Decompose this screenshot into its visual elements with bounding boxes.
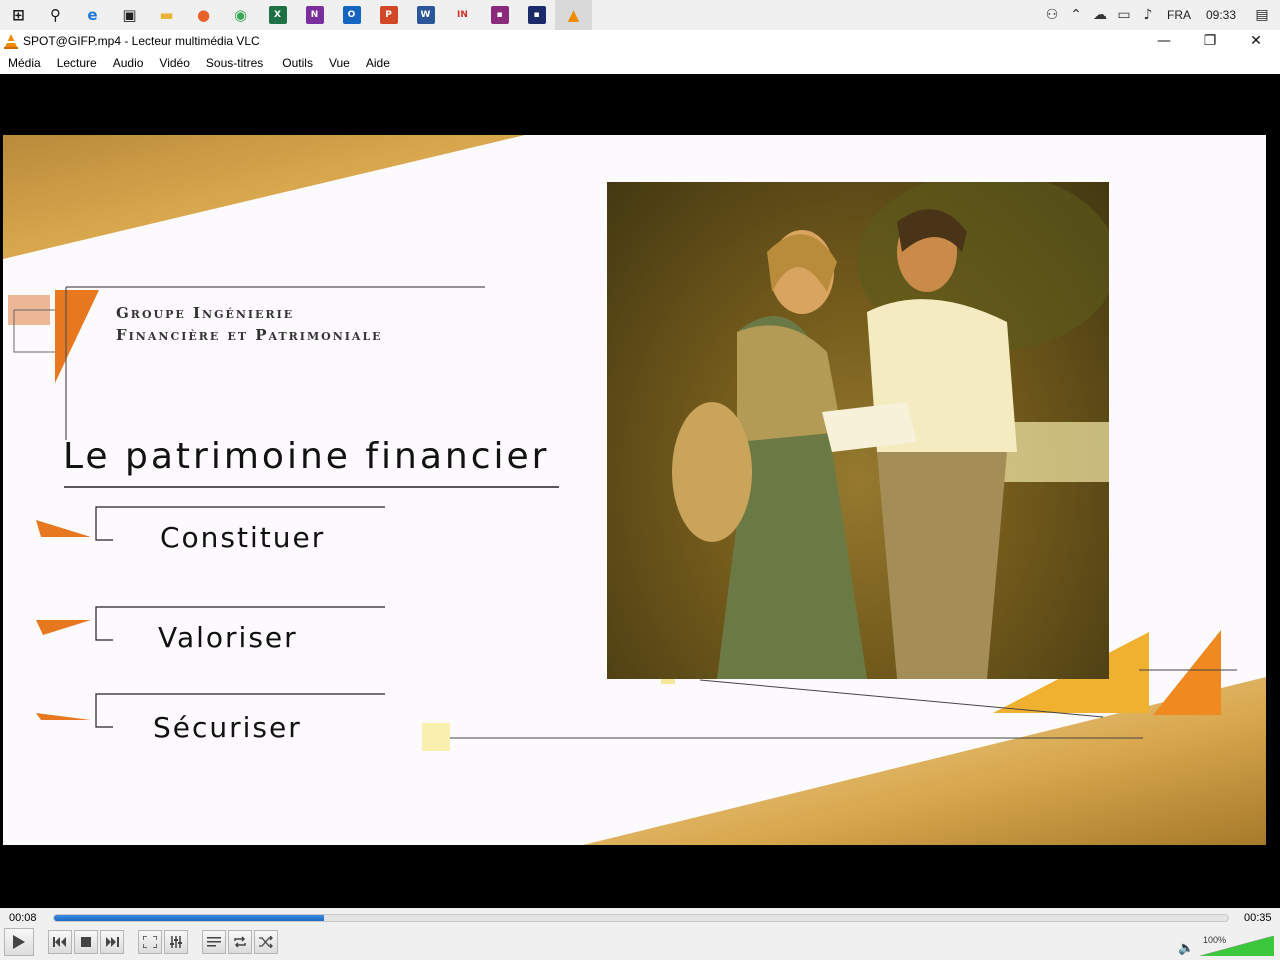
- navy-app-icon-button[interactable]: ▪: [518, 0, 555, 30]
- windows-start-icon-button[interactable]: ⊞: [0, 0, 37, 30]
- menu-sous-titres[interactable]: Sous-titres: [198, 52, 274, 74]
- purple-app-icon: ▪: [490, 6, 509, 24]
- elapsed-time[interactable]: 00:08: [9, 912, 37, 924]
- brand-line-2: Financière et Patrimoniale: [116, 326, 383, 344]
- seek-bar-progress: [54, 915, 325, 921]
- couple-photo: [607, 182, 1109, 679]
- play-icon: [13, 935, 25, 949]
- taskbar-apps: ⊞ ⚲ e ▣ ▬ ● ◉ X N O P W IN ▪ ▪ ▲: [0, 0, 592, 30]
- shuffle-icon: [259, 936, 273, 948]
- search-icon: ⚲: [50, 6, 61, 24]
- previous-button[interactable]: [48, 930, 72, 954]
- system-tray: ⚇ ⌃ ☁ ▭ ♪ FRA 09:33 ▤: [1040, 0, 1280, 30]
- notifications-icon[interactable]: ▤: [1244, 7, 1280, 23]
- navy-app-icon: ▪: [527, 6, 546, 24]
- loop-button[interactable]: [228, 930, 252, 954]
- vlc-cone-icon: [4, 34, 18, 49]
- play-button[interactable]: [4, 928, 34, 956]
- brand-logo-text: Groupe Ingénierie Financière et Patrimon…: [116, 302, 383, 346]
- in-app-icon: IN: [457, 10, 468, 20]
- powerpoint-icon: P: [379, 6, 398, 24]
- playlist-icon: [207, 937, 221, 947]
- fullscreen-button[interactable]: [138, 930, 162, 954]
- firefox-icon: ●: [196, 6, 211, 24]
- store-icon-button[interactable]: ▣: [111, 0, 148, 30]
- people-icon[interactable]: ⚇: [1040, 7, 1064, 23]
- excel-icon: X: [268, 6, 287, 24]
- playlist-button[interactable]: [202, 930, 226, 954]
- language-indicator[interactable]: FRA: [1160, 8, 1198, 22]
- extended-settings-button[interactable]: [164, 930, 188, 954]
- menu-video[interactable]: Vidéo: [151, 52, 197, 74]
- onedrive-icon[interactable]: ☁: [1088, 7, 1112, 23]
- outlook-icon: O: [342, 6, 361, 24]
- menu-media[interactable]: Média: [0, 52, 49, 74]
- vlc-icon: ▲: [567, 6, 580, 24]
- clock[interactable]: 09:33: [1198, 8, 1244, 22]
- firefox-icon-button[interactable]: ●: [185, 0, 222, 30]
- stop-button[interactable]: [74, 930, 98, 954]
- stop-icon: [81, 937, 91, 947]
- next-button[interactable]: [100, 930, 124, 954]
- video-frame: Groupe Ingénierie Financière et Patrimon…: [3, 135, 1266, 845]
- search-icon-button[interactable]: ⚲: [37, 0, 74, 30]
- menu-outils[interactable]: Outils: [274, 52, 321, 74]
- file-explorer-icon: ▬: [159, 6, 174, 24]
- volume-icon[interactable]: 🔈: [1178, 941, 1194, 956]
- restore-button[interactable]: ❐: [1187, 30, 1233, 52]
- edge-icon: e: [87, 6, 98, 24]
- loop-icon: [234, 936, 246, 948]
- chevron-up-icon[interactable]: ⌃: [1064, 7, 1088, 23]
- excel-icon-button[interactable]: X: [259, 0, 296, 30]
- bullet-securiser: Sécuriser: [153, 711, 302, 744]
- title-bar: SPOT@GIFP.mp4 - Lecteur multimédia VLC —…: [0, 30, 1280, 52]
- word-icon: W: [416, 6, 435, 24]
- bullet-valoriser: Valoriser: [158, 621, 298, 654]
- player-controls: 00:08 00:35 🔈 100%: [0, 908, 1280, 960]
- video-area[interactable]: Groupe Ingénierie Financière et Patrimon…: [0, 74, 1280, 908]
- equalizer-icon: [170, 936, 182, 948]
- chrome-icon-button[interactable]: ◉: [222, 0, 259, 30]
- menu-aide[interactable]: Aide: [358, 52, 398, 74]
- menu-lecture[interactable]: Lecture: [49, 52, 105, 74]
- menu-audio[interactable]: Audio: [105, 52, 152, 74]
- shuffle-button[interactable]: [254, 930, 278, 954]
- minimize-button[interactable]: —: [1141, 30, 1187, 52]
- brand-line-1: Groupe Ingénierie: [116, 304, 295, 322]
- file-explorer-icon-button[interactable]: ▬: [148, 0, 185, 30]
- window-title: SPOT@GIFP.mp4 - Lecteur multimédia VLC: [23, 34, 260, 48]
- edge-icon-button[interactable]: e: [74, 0, 111, 30]
- windows-start-icon: ⊞: [12, 6, 25, 24]
- previous-icon: [53, 937, 66, 947]
- purple-app-icon-button[interactable]: ▪: [481, 0, 518, 30]
- taskbar: ⊞ ⚲ e ▣ ▬ ● ◉ X N O P W IN ▪ ▪ ▲ ⚇ ⌃ ☁ ▭ ♪ FRA 09:33 ▤: [0, 0, 1280, 30]
- video-headline: Le patrimoine financier: [63, 436, 550, 477]
- in-app-icon-button[interactable]: IN: [444, 0, 481, 30]
- seek-bar[interactable]: [53, 914, 1229, 922]
- onenote-icon: N: [305, 6, 324, 24]
- volume-slider[interactable]: [1200, 936, 1274, 956]
- word-icon-button[interactable]: W: [407, 0, 444, 30]
- total-time[interactable]: 00:35: [1244, 912, 1272, 924]
- vlc-icon-button[interactable]: ▲: [555, 0, 592, 30]
- network-icon[interactable]: ▭: [1112, 7, 1136, 23]
- next-icon: [106, 937, 119, 947]
- close-button[interactable]: ✕: [1233, 30, 1279, 52]
- volume-tray-icon[interactable]: ♪: [1136, 7, 1160, 23]
- menu-vue[interactable]: Vue: [321, 52, 358, 74]
- onenote-icon-button[interactable]: N: [296, 0, 333, 30]
- store-icon: ▣: [122, 6, 137, 24]
- menu-bar: Média Lecture Audio Vidéo Sous-titres Ou…: [0, 52, 1280, 74]
- bullet-constituer: Constituer: [160, 521, 326, 554]
- powerpoint-icon-button[interactable]: P: [370, 0, 407, 30]
- chrome-icon: ◉: [233, 6, 248, 24]
- outlook-icon-button[interactable]: O: [333, 0, 370, 30]
- fullscreen-icon: [143, 936, 157, 948]
